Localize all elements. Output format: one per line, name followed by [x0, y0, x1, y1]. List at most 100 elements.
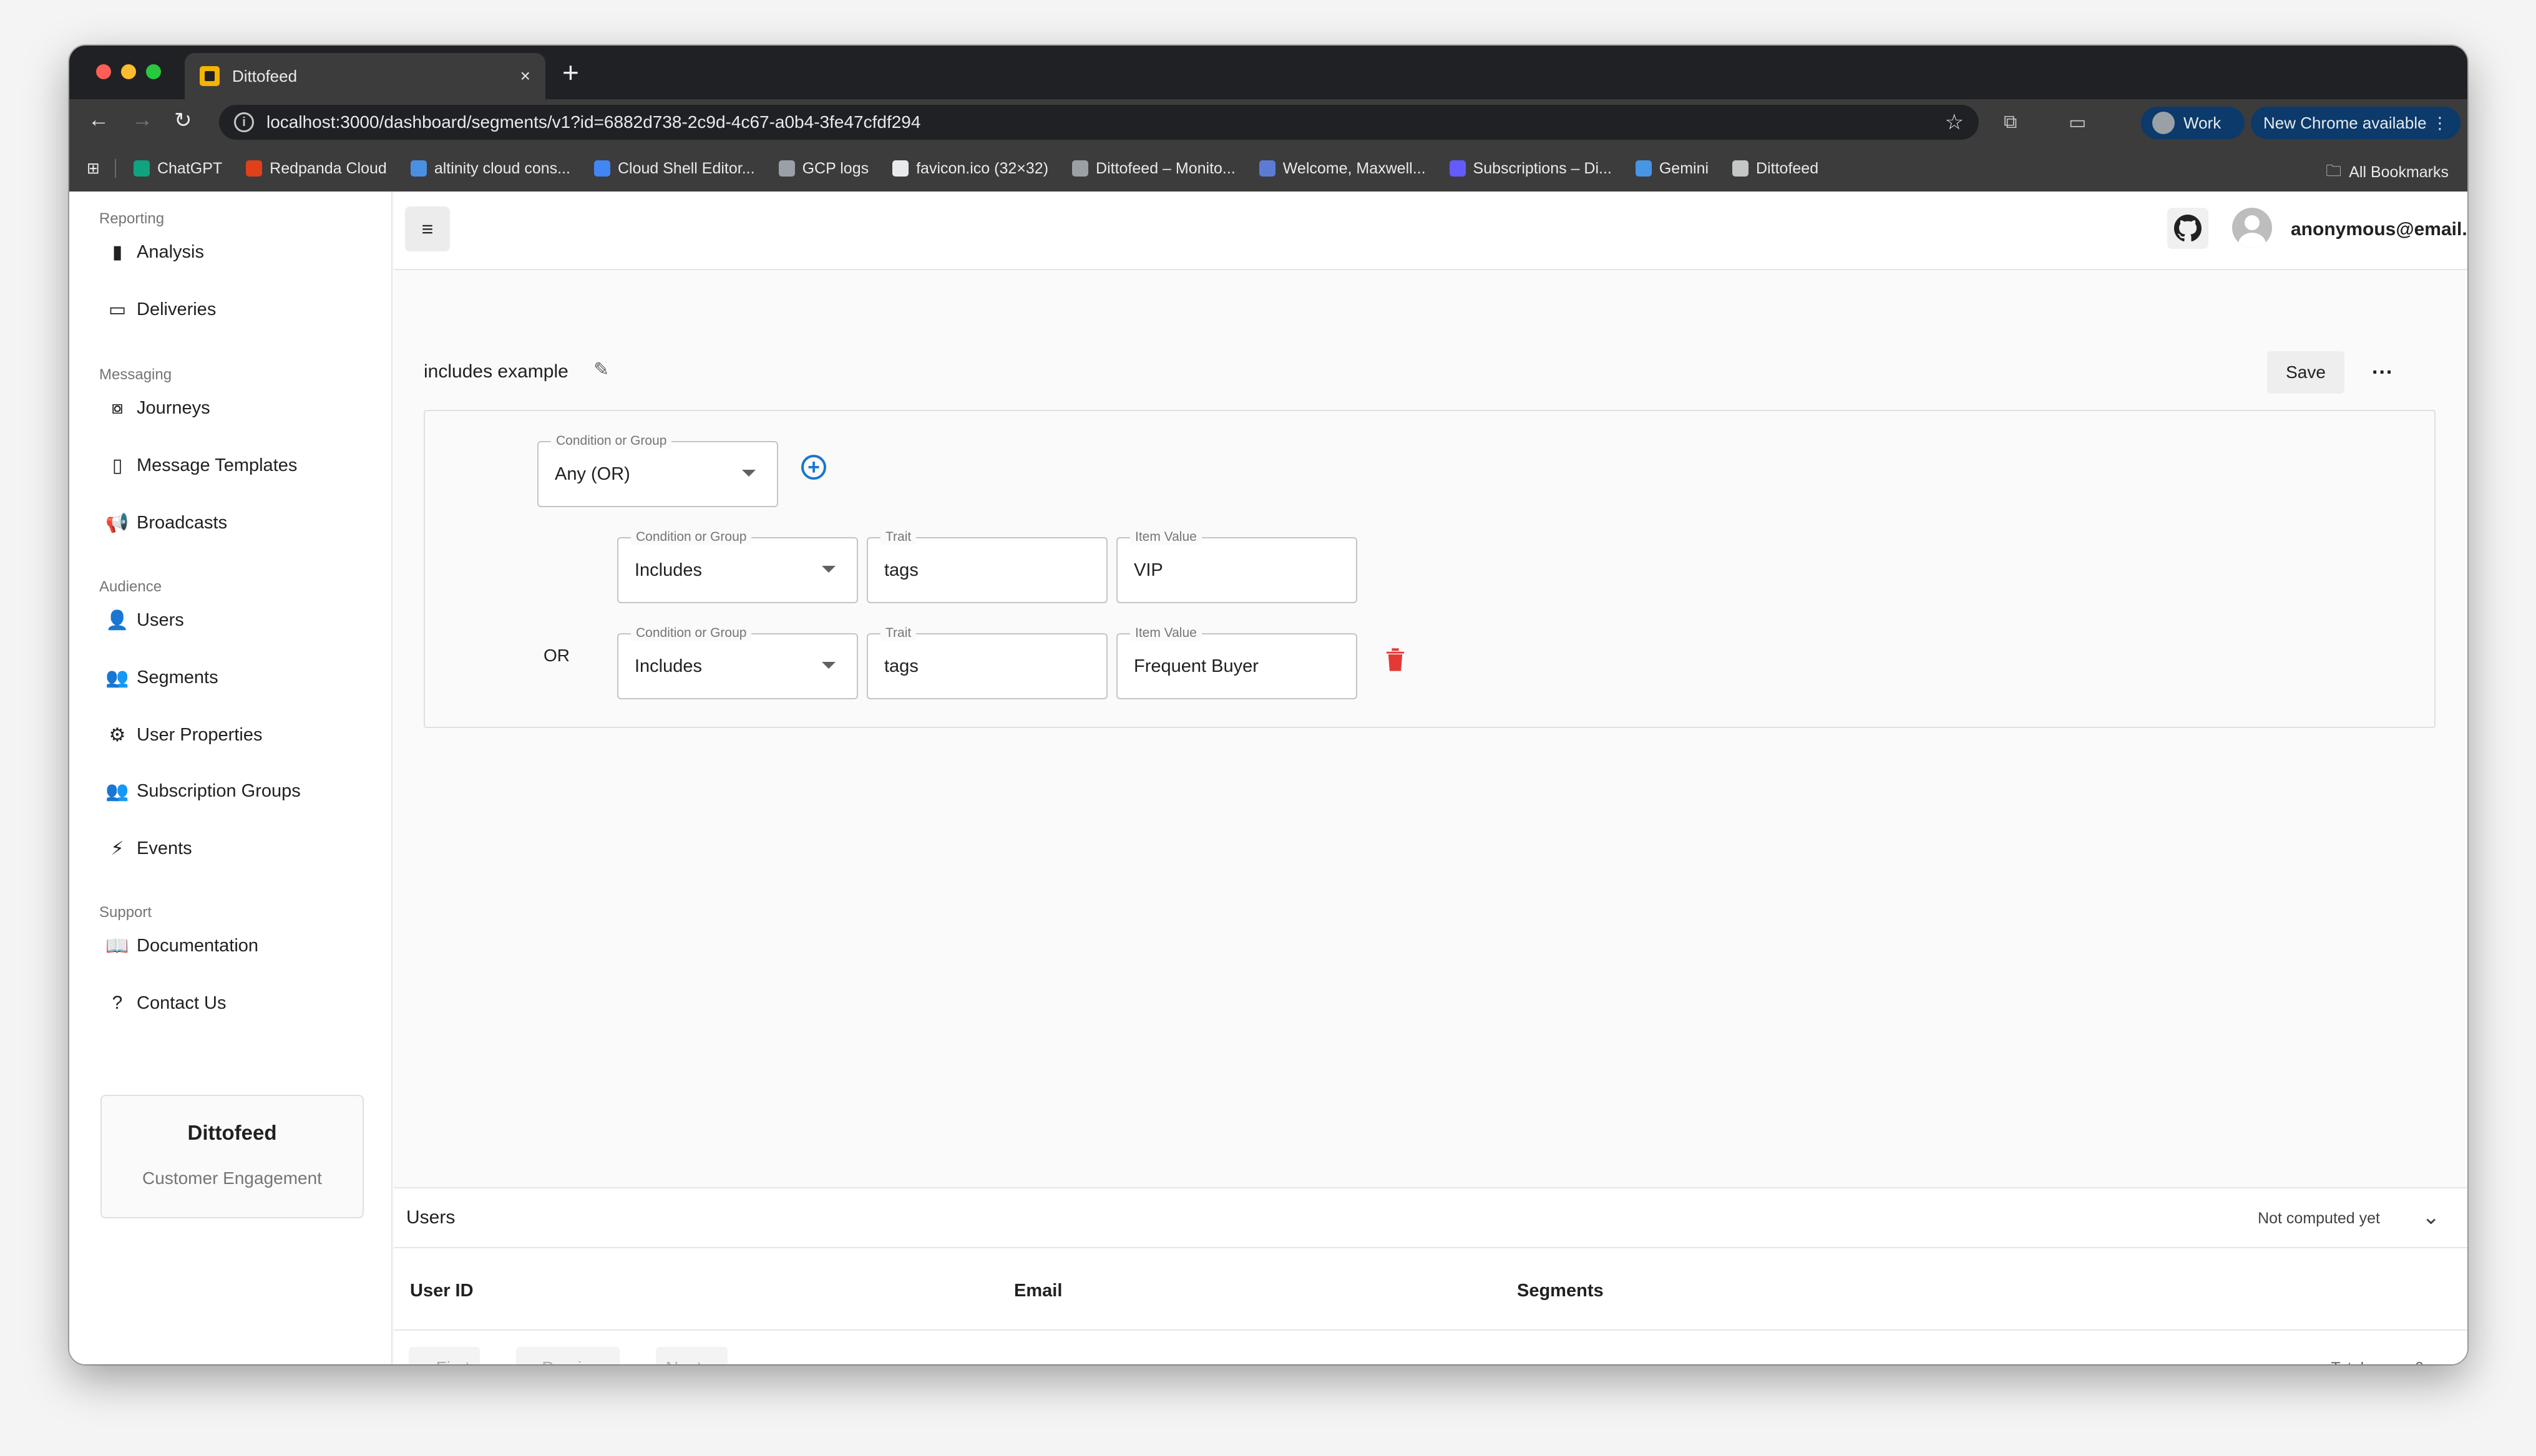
- edit-pencil-icon[interactable]: ✎: [593, 359, 609, 381]
- bookmark-item[interactable]: Dittofeed: [1732, 160, 1818, 178]
- back-arrow-icon[interactable]: ←: [88, 108, 109, 132]
- close-window-button[interactable]: [96, 64, 111, 79]
- sidebar-item-message-templates[interactable]: ▯ Message Templates: [105, 455, 298, 477]
- segment-name: includes example: [424, 361, 568, 382]
- previous-page-button[interactable]: ‹ Previous: [516, 1347, 620, 1364]
- bookmark-item[interactable]: Welcome, Maxwell...: [1259, 160, 1426, 178]
- first-page-button[interactable]: « First: [409, 1347, 480, 1364]
- condition-type-select[interactable]: Condition or Group Includes: [617, 530, 858, 603]
- megaphone-icon: 📢: [105, 513, 129, 533]
- apps-grid-icon[interactable]: ⊞: [87, 159, 100, 178]
- sidebar-item-label: Contact Us: [137, 993, 227, 1013]
- forward-arrow-icon[interactable]: →: [132, 108, 153, 132]
- bookmark-favicon-icon: [1259, 160, 1275, 177]
- new-tab-button[interactable]: +: [562, 56, 579, 89]
- maximize-window-button[interactable]: [146, 64, 161, 79]
- all-bookmarks-button[interactable]: 🗀 All Bookmarks: [2326, 159, 2449, 186]
- bookmark-favicon-icon: [778, 160, 795, 177]
- docs-icon: 📖: [105, 936, 129, 956]
- sidebar-item-label: Documentation: [137, 936, 259, 956]
- dittofeed-favicon-icon: [200, 66, 220, 86]
- bookmark-item[interactable]: Gemini: [1635, 159, 1709, 178]
- dropdown-caret-icon: [742, 470, 756, 477]
- bookmark-item[interactable]: Dittofeed – Monito...: [1072, 160, 1236, 178]
- bookmark-favicon-icon: [1635, 160, 1652, 177]
- sidebar-item-deliveries[interactable]: ▭ Deliveries: [105, 299, 217, 321]
- bookmark-item[interactable]: Subscriptions – Di...: [1449, 159, 1612, 178]
- minimize-window-button[interactable]: [121, 64, 136, 79]
- users-title: Users: [406, 1207, 456, 1228]
- field-legend: Item Value: [1130, 626, 1202, 641]
- bookmark-item[interactable]: Redpanda Cloud: [246, 160, 387, 178]
- reload-icon[interactable]: ↻: [174, 108, 192, 133]
- brand-tagline: Customer Engagement: [142, 1168, 322, 1188]
- field-legend: Trait: [880, 626, 917, 641]
- sidebar-item-journeys[interactable]: ⧇ Journeys: [105, 397, 210, 419]
- side-panel-icon[interactable]: ▭: [2069, 112, 2086, 133]
- item-value-input[interactable]: Item Value Frequent Buyer: [1116, 626, 1357, 699]
- next-page-button[interactable]: Next ›: [656, 1347, 728, 1364]
- item-value-input[interactable]: Item Value VIP: [1116, 530, 1357, 603]
- sidebar-item-user-properties[interactable]: ⚙ User Properties: [105, 724, 263, 746]
- sidebar-item-broadcasts[interactable]: 📢 Broadcasts: [105, 512, 227, 534]
- total-users: Total users: 0: [2331, 1359, 2424, 1364]
- sidebar: Reporting ▮ Analysis ▭ Deliveries Messag…: [69, 192, 393, 1364]
- groups-icon: 👥: [105, 667, 129, 688]
- delete-trash-icon[interactable]: [1385, 646, 1406, 675]
- segment-editor: Condition or Group Any (OR) + Condition …: [424, 410, 2436, 728]
- sidebar-item-documentation[interactable]: 📖 Documentation: [105, 935, 258, 957]
- sidebar-item-label: Events: [137, 838, 192, 858]
- brand-card: Dittofeed Customer Engagement: [100, 1095, 364, 1218]
- bookmark-item[interactable]: favicon.ico (32×32): [892, 160, 1048, 178]
- site-info-icon[interactable]: i: [234, 112, 254, 132]
- bookmark-favicon-icon: [133, 160, 150, 177]
- bookmark-label: Gemini: [1659, 159, 1709, 177]
- address-bar[interactable]: i localhost:3000/dashboard/segments/v1?i…: [219, 105, 1979, 140]
- expand-chevrons-icon[interactable]: ⌄: [2422, 1205, 2441, 1230]
- sidebar-item-events[interactable]: ⚡ Events: [105, 838, 192, 860]
- inbox-icon: ▭: [108, 299, 127, 320]
- bookmark-item[interactable]: Cloud Shell Editor...: [593, 159, 755, 178]
- dropdown-caret-icon: [822, 566, 836, 573]
- trait-input[interactable]: Trait tags: [867, 530, 1108, 603]
- bookmark-favicon-icon: [410, 160, 427, 177]
- github-icon[interactable]: [2167, 208, 2208, 249]
- save-button[interactable]: Save: [2267, 351, 2344, 394]
- tab-close-icon[interactable]: ×: [520, 66, 530, 86]
- trait-input[interactable]: Trait tags: [867, 626, 1108, 699]
- add-condition-icon[interactable]: +: [801, 455, 826, 480]
- sidebar-item-segments[interactable]: 👥 Segments: [105, 667, 218, 689]
- bookmark-item[interactable]: ChatGPT: [133, 160, 222, 178]
- bookmark-label: Subscriptions – Di...: [1473, 159, 1612, 177]
- column-user-id: User ID: [410, 1281, 474, 1301]
- sidebar-item-users[interactable]: 👤 Users: [105, 609, 183, 631]
- browser-window: Dittofeed × + ← → ↻ i localhost:3000/das…: [69, 46, 2467, 1364]
- browser-toolbar: ← → ↻ i localhost:3000/dashboard/segment…: [69, 99, 2467, 145]
- sidebar-item-analysis[interactable]: ▮ Analysis: [105, 241, 204, 263]
- extensions-icon[interactable]: ⧉: [2004, 112, 2017, 133]
- url-text[interactable]: localhost:3000/dashboard/segments/v1?id=…: [266, 112, 1945, 132]
- user-avatar[interactable]: [2232, 208, 2272, 248]
- sidebar-item-contact-us[interactable]: ? Contact Us: [105, 993, 227, 1014]
- more-options-button[interactable]: ...: [2372, 355, 2393, 379]
- condition-type-select[interactable]: Condition or Group Includes: [617, 626, 858, 699]
- bookmark-favicon-icon: [1072, 160, 1089, 177]
- field-legend: Item Value: [1130, 530, 1202, 545]
- browser-tab[interactable]: Dittofeed ×: [185, 53, 545, 99]
- bookmark-star-icon[interactable]: ☆: [1945, 110, 1964, 135]
- sidebar-item-subscription-groups[interactable]: 👥 Subscription Groups: [105, 780, 300, 802]
- bookmark-favicon-icon: [1732, 160, 1749, 177]
- collapse-sidebar-icon[interactable]: ≡: [405, 206, 450, 251]
- root-group-select[interactable]: Condition or Group Any (OR): [537, 434, 778, 507]
- chrome-update-button[interactable]: New Chrome available ⋮: [2251, 107, 2460, 139]
- bookmark-item[interactable]: GCP logs: [778, 160, 869, 178]
- people-icon: 👥: [105, 781, 129, 802]
- field-value: Includes: [635, 656, 703, 676]
- bookmarks-bar: ⊞ ChatGPT Redpanda Cloud altinity cloud co…: [69, 145, 2467, 192]
- profile-button[interactable]: Work: [2141, 107, 2245, 139]
- bookmark-item[interactable]: altinity cloud cons...: [410, 160, 570, 178]
- bookmark-label: Cloud Shell Editor...: [617, 159, 755, 177]
- tab-title: Dittofeed: [232, 66, 298, 85]
- sidebar-item-label: Message Templates: [137, 455, 298, 475]
- bookmarks-divider: [114, 159, 116, 178]
